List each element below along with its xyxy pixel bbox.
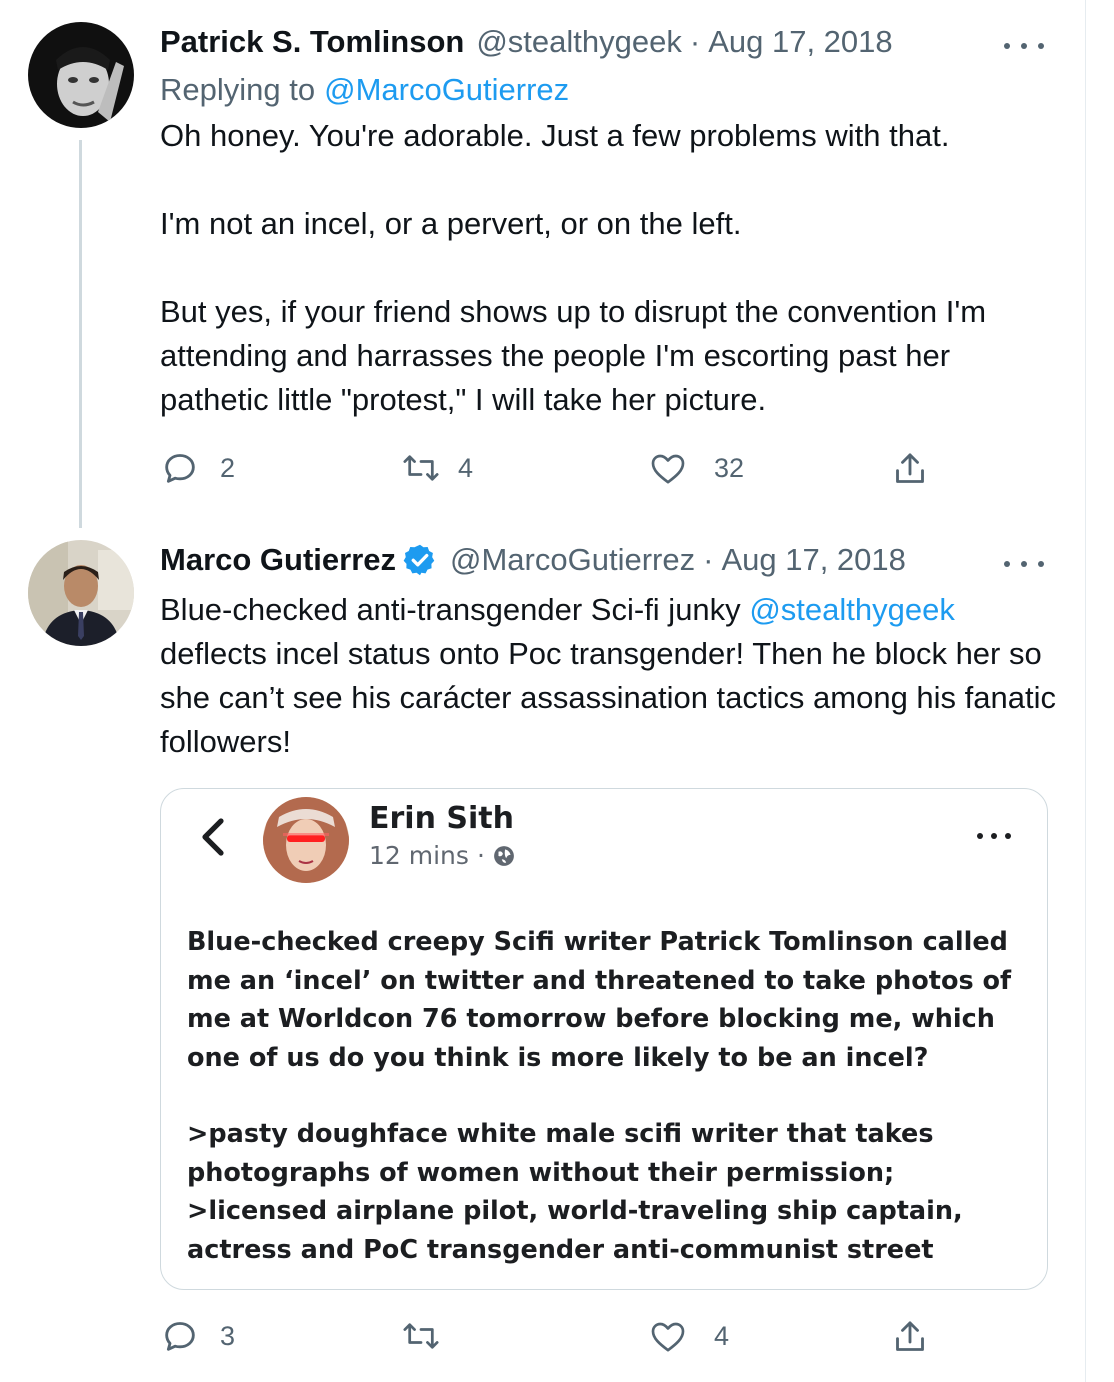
share-button[interactable] (890, 448, 930, 490)
author-handle[interactable]: @MarcoGutierrez (450, 542, 695, 578)
tweet2-header: Marco Gutierrez @MarcoGutierrez · Aug 17… (160, 542, 906, 578)
like-button[interactable]: 32 (648, 448, 744, 488)
mention-link[interactable]: @stealthygeek (749, 592, 955, 627)
retweet-icon (403, 1323, 439, 1349)
quoted-author-name: Erin Sith (369, 801, 514, 836)
like-icon (651, 454, 685, 484)
verified-badge-icon (403, 544, 435, 576)
share-icon (896, 453, 924, 483)
tweet-paragraph: Oh honey. You're adorable. Just a few pr… (160, 118, 950, 153)
reply-icon (165, 1322, 195, 1351)
tweet-text-part: deflects incel status onto Poc transgend… (160, 636, 1057, 759)
avatar-patrick[interactable] (28, 22, 134, 128)
share-button[interactable] (890, 1316, 930, 1358)
replying-to-line: Replying to @MarcoGutierrez (160, 72, 569, 108)
quoted-time-text: 12 mins (369, 841, 469, 870)
replying-prefix: Replying to (160, 72, 316, 107)
like-count: 32 (714, 452, 745, 483)
quoted-paragraph: >pasty doughface white male scifi writer… (187, 1119, 963, 1265)
quoted-paragraph: Blue-checked creepy Scifi writer Patrick… (187, 927, 1012, 1073)
separator-dot: · (703, 542, 714, 577)
author-handle[interactable]: @stealthygeek (476, 24, 682, 60)
reply-button[interactable]: 2 (160, 448, 235, 488)
reply-button[interactable]: 3 (160, 1316, 235, 1356)
tweet1-text: Oh honey. You're adorable. Just a few pr… (160, 114, 1060, 422)
thread-connector (79, 140, 82, 528)
tweet2-text: Blue-checked anti-transgender Sci-fi jun… (160, 588, 1060, 764)
more-icon (977, 833, 1011, 839)
author-name[interactable]: Patrick S. Tomlinson (160, 24, 464, 60)
more-icon[interactable] (1004, 554, 1044, 574)
avatar-marco[interactable] (28, 540, 134, 646)
attached-image[interactable]: Erin Sith 12 mins · Blue-checked creepy … (160, 788, 1048, 1290)
retweet-icon (403, 455, 439, 481)
author-name[interactable]: Marco Gutierrez (160, 542, 396, 578)
quoted-avatar (263, 797, 349, 883)
reply-count: 2 (220, 452, 236, 483)
replying-to-mention[interactable]: @MarcoGutierrez (324, 72, 569, 108)
share-icon (896, 1321, 924, 1351)
retweet-button[interactable] (400, 1316, 462, 1356)
tweet-text-part: Blue-checked anti-transgender Sci-fi jun… (160, 592, 741, 627)
reply-count: 3 (220, 1320, 236, 1351)
retweet-count: 4 (458, 452, 474, 483)
quoted-post-text: Blue-checked creepy Scifi writer Patrick… (187, 923, 1027, 1269)
like-button[interactable]: 4 (648, 1316, 729, 1356)
quoted-post-time: 12 mins · (369, 841, 515, 870)
tweet-paragraph: I'm not an incel, or a pervert, or on th… (160, 206, 742, 241)
more-icon[interactable] (1004, 36, 1044, 56)
tweet-date[interactable]: Aug 17, 2018 (708, 24, 892, 60)
like-count: 4 (714, 1320, 730, 1351)
timeline-border (1085, 0, 1086, 1382)
separator-dot: · (476, 841, 485, 870)
tweet1-actions: 2 4 32 (160, 448, 960, 488)
tweet1-header: Patrick S. Tomlinson @stealthygeek · Aug… (160, 24, 893, 60)
tweet2-actions: 3 4 (160, 1316, 960, 1356)
tweet-date[interactable]: Aug 17, 2018 (721, 542, 905, 578)
reply-icon (165, 454, 195, 483)
retweet-button[interactable]: 4 (400, 448, 473, 488)
back-chevron-icon (202, 818, 224, 856)
separator-dot: · (689, 24, 701, 59)
globe-icon (493, 845, 514, 866)
tweet-paragraph: But yes, if your friend shows up to disr… (160, 294, 987, 417)
like-icon (651, 1322, 685, 1352)
